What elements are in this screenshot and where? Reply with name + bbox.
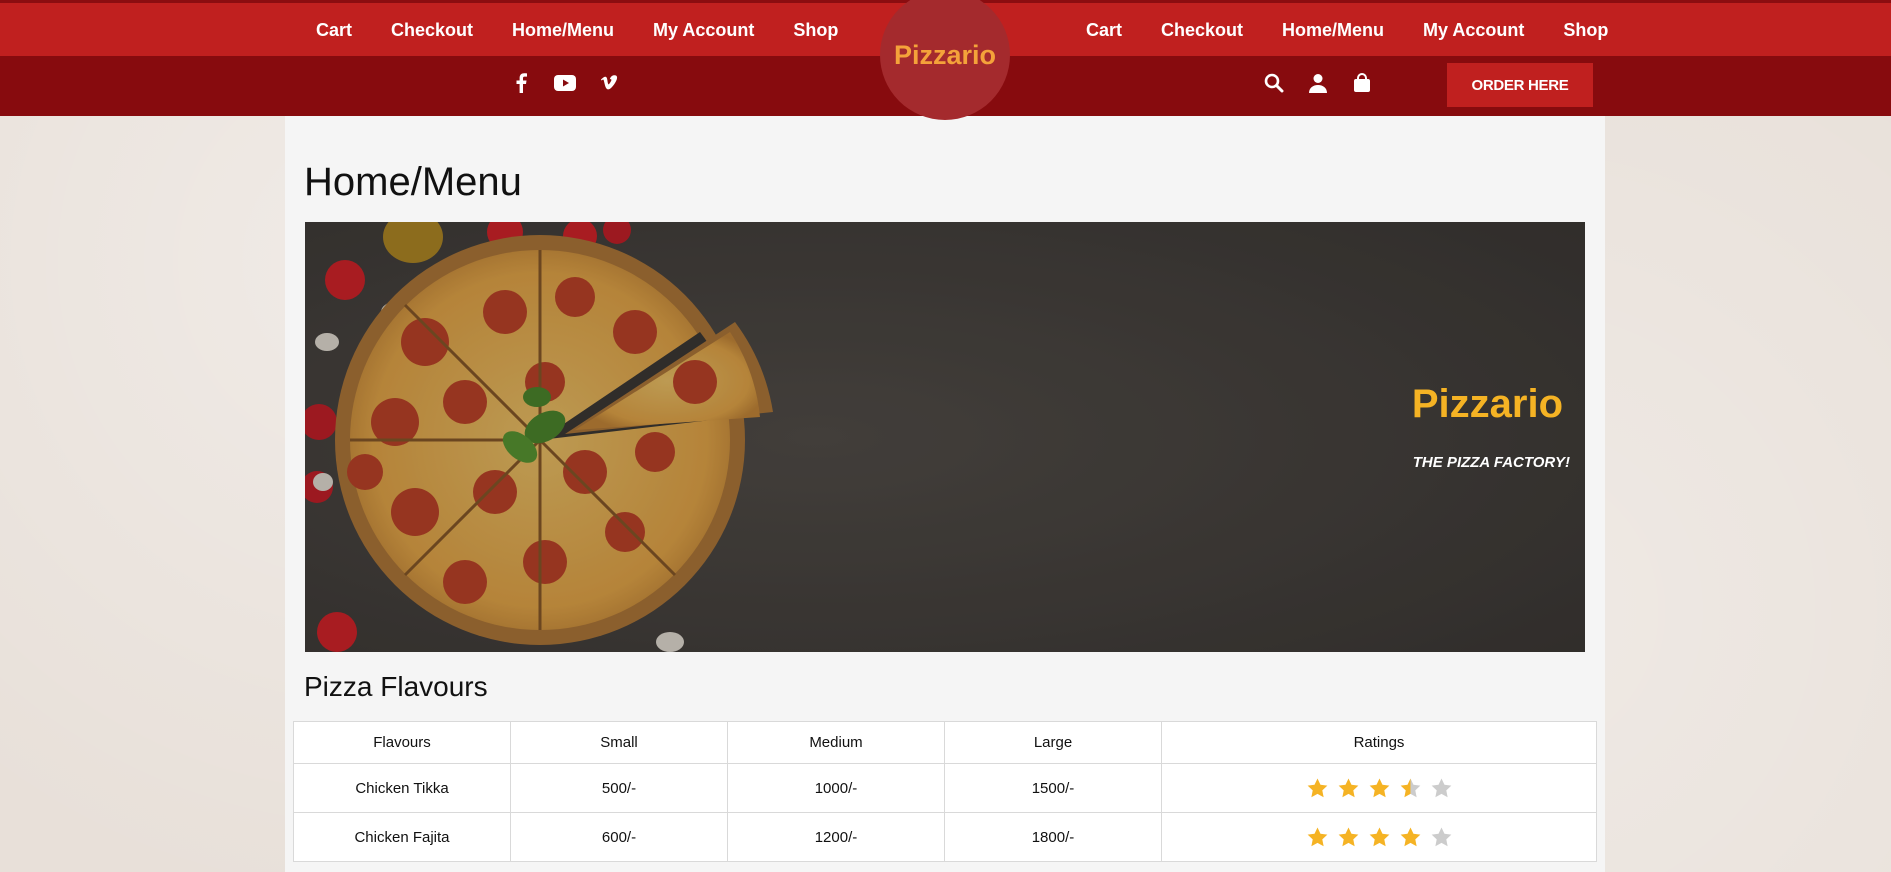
rating-cell bbox=[1161, 763, 1597, 813]
table-row: Chicken Tikka 500/- 1000/- 1500/- bbox=[293, 763, 1597, 813]
youtube-icon[interactable] bbox=[554, 72, 576, 94]
price-small: 600/- bbox=[510, 812, 728, 862]
page-title: Home/Menu bbox=[304, 160, 522, 204]
star-full-icon bbox=[1369, 826, 1389, 846]
nav-link-cart[interactable]: Cart bbox=[316, 20, 352, 41]
star-full-icon bbox=[1400, 826, 1420, 846]
section-title: Pizza Flavours bbox=[304, 671, 488, 702]
star-half-icon bbox=[1400, 777, 1420, 797]
flavour-name: Chicken Tikka bbox=[293, 763, 511, 813]
column-header-small: Small bbox=[510, 721, 728, 764]
nav-link-my-account[interactable]: My Account bbox=[653, 20, 754, 41]
hero-banner: Pizzario THE PIZZA FACTORY! bbox=[305, 222, 1585, 652]
pizza-flavours-table: Flavours Small Medium Large Ratings Chic… bbox=[293, 721, 1597, 862]
column-header-flavours: Flavours bbox=[293, 721, 511, 764]
star-full-icon bbox=[1338, 777, 1358, 797]
column-header-large: Large bbox=[944, 721, 1162, 764]
price-medium: 1200/- bbox=[727, 812, 945, 862]
nav-link-checkout[interactable]: Checkout bbox=[391, 20, 473, 41]
price-medium: 1000/- bbox=[727, 763, 945, 813]
order-here-button[interactable]: ORDER HERE bbox=[1447, 63, 1593, 107]
nav-link-home-menu[interactable]: Home/Menu bbox=[512, 20, 614, 41]
nav-link-shop[interactable]: Shop bbox=[1563, 20, 1608, 41]
social-links bbox=[510, 72, 620, 94]
price-large: 1800/- bbox=[944, 812, 1162, 862]
star-empty-icon bbox=[1431, 777, 1451, 797]
star-full-icon bbox=[1307, 826, 1327, 846]
nav-menu-left: Cart Checkout Home/Menu My Account Shop bbox=[316, 20, 877, 41]
nav-menu-right: Cart Checkout Home/Menu My Account Shop bbox=[1086, 20, 1647, 41]
header-utility-icons bbox=[1263, 72, 1373, 94]
star-rating bbox=[1306, 777, 1453, 800]
facebook-icon[interactable] bbox=[510, 72, 532, 94]
price-large: 1500/- bbox=[944, 763, 1162, 813]
shopping-bag-icon[interactable] bbox=[1351, 72, 1373, 94]
hero-subtitle: THE PIZZA FACTORY! bbox=[1412, 454, 1570, 471]
nav-link-my-account[interactable]: My Account bbox=[1423, 20, 1524, 41]
flavour-name: Chicken Fajita bbox=[293, 812, 511, 862]
hero-title: Pizzario bbox=[1411, 382, 1563, 426]
rating-cell bbox=[1161, 812, 1597, 862]
user-icon[interactable] bbox=[1307, 72, 1329, 94]
nav-link-checkout[interactable]: Checkout bbox=[1161, 20, 1243, 41]
column-header-ratings: Ratings bbox=[1161, 721, 1597, 764]
price-small: 500/- bbox=[510, 763, 728, 813]
star-rating bbox=[1306, 826, 1453, 849]
main-content: Home/Menu Pizzario THE PIZZA FACTORY! Pi… bbox=[285, 116, 1605, 872]
star-full-icon bbox=[1307, 777, 1327, 797]
search-icon[interactable] bbox=[1263, 72, 1285, 94]
nav-link-shop[interactable]: Shop bbox=[793, 20, 838, 41]
column-header-medium: Medium bbox=[727, 721, 945, 764]
star-full-icon bbox=[1369, 777, 1389, 797]
pizza-image bbox=[305, 222, 1585, 652]
nav-link-cart[interactable]: Cart bbox=[1086, 20, 1122, 41]
table-header-row: Flavours Small Medium Large Ratings bbox=[293, 721, 1597, 764]
nav-link-home-menu[interactable]: Home/Menu bbox=[1282, 20, 1384, 41]
vimeo-icon[interactable] bbox=[598, 72, 620, 94]
star-full-icon bbox=[1338, 826, 1358, 846]
table-row: Chicken Fajita 600/- 1200/- 1800/- bbox=[293, 812, 1597, 862]
star-empty-icon bbox=[1431, 826, 1451, 846]
